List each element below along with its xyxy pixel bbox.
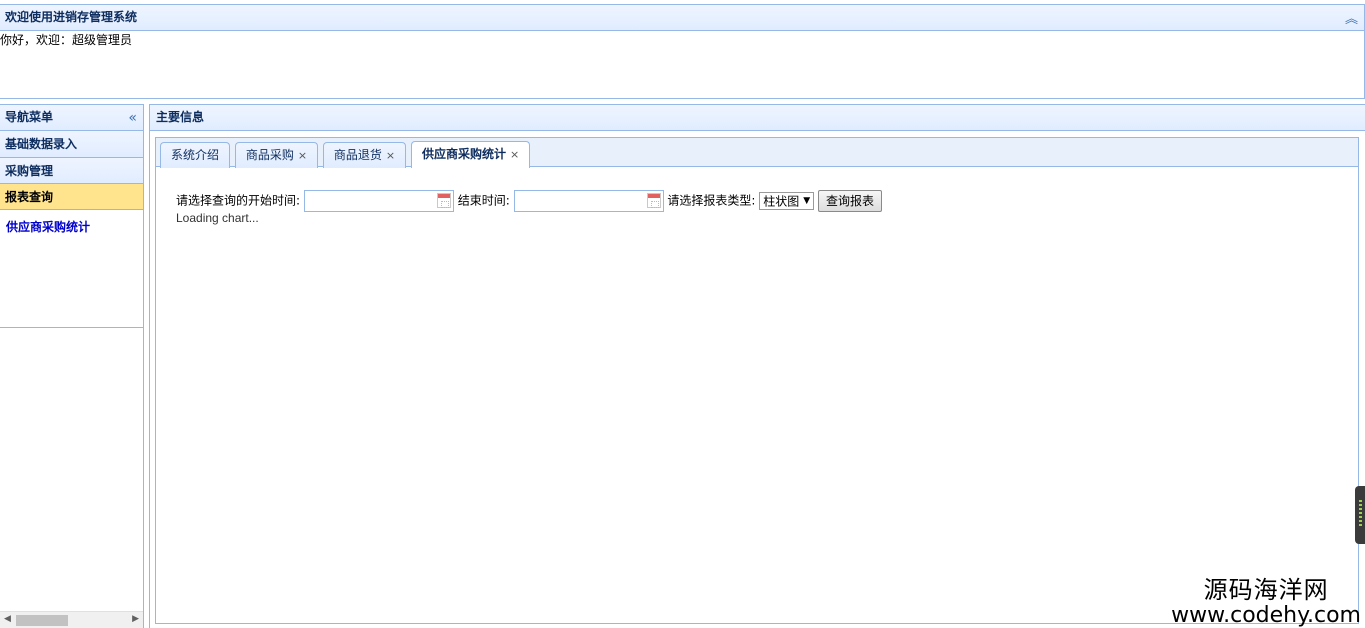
end-date-input[interactable] [513,189,664,212]
calendar-icon[interactable] [436,192,451,208]
start-date-input[interactable] [303,189,454,212]
close-icon[interactable]: × [386,149,395,162]
scroll-thumb[interactable] [16,615,68,626]
collapse-up-icon[interactable]: ︽ [1345,7,1358,32]
nav-link-supplier-stats[interactable]: 供应商采购统计 [6,220,90,234]
accordion-reports-content: 供应商采购统计 [0,210,143,328]
main-title: 主要信息 [156,110,205,124]
watermark-cn: 源码海洋网 [1203,576,1329,604]
side-grip-handle[interactable] [1355,486,1365,544]
accordion-basic-data[interactable]: 基础数据录入 [0,131,143,158]
main-panel-body: 系统介绍 商品采购 × 商品退货 × 供应商采购统计 × 请选择查询的开始时间: [149,131,1365,628]
tab-purchase[interactable]: 商品采购 × [234,142,319,168]
tab-label: 供应商采购统计 [421,147,506,161]
tabs-container: 系统介绍 商品采购 × 商品退货 × 供应商采购统计 × 请选择查询的开始时间: [155,137,1359,624]
scroll-right-icon[interactable]: ▶ [132,614,139,624]
accordion-purchase[interactable]: 采购管理 [0,157,143,184]
nav-panel: 导航菜单 « 基础数据录入 采购管理 报表查询 供应商采购统计 ◀ ▶ [0,104,144,628]
tab-supplier-stats[interactable]: 供应商采购统计 × [410,141,531,168]
tab-returns[interactable]: 商品退货 × [322,142,407,168]
query-form: 请选择查询的开始时间: 结束时间: 请选择报表类型: 柱状图 ▼ 查询报表 [176,189,1338,212]
tab-label: 商品退货 [333,148,382,162]
tab-content: 请选择查询的开始时间: 结束时间: 请选择报表类型: 柱状图 ▼ 查询报表 Loa… [156,167,1358,247]
loading-chart-text: Loading chart... [176,211,259,225]
nav-panel-header: 导航菜单 « [0,104,144,131]
main-panel-header: 主要信息 [149,104,1365,131]
top-panel-body: 你好，欢迎：超级管理员 [0,31,1365,99]
tab-system-intro[interactable]: 系统介绍 [160,142,231,168]
report-type-label: 请选择报表类型: [667,193,756,208]
calendar-icon[interactable] [646,192,661,208]
horizontal-scrollbar[interactable]: ◀ ▶ [0,611,143,628]
system-title: 欢迎使用进销存管理系统 [5,10,138,24]
nav-accordion: 基础数据录入 采购管理 报表查询 供应商采购统计 ◀ ▶ [0,131,144,628]
watermark: 源码海洋网 www.codehy.com [1171,570,1361,627]
collapse-left-icon[interactable]: « [128,106,137,131]
end-date-label: 结束时间: [457,193,510,208]
nav-title: 导航菜单 [5,110,54,124]
dropdown-arrow-icon: ▼ [803,196,811,206]
welcome-text: 你好，欢迎：超级管理员 [0,33,133,47]
tab-label: 商品采购 [245,148,294,162]
close-icon[interactable]: × [298,149,307,162]
query-report-button[interactable]: 查询报表 [818,189,883,212]
start-date-label: 请选择查询的开始时间: [176,193,301,208]
watermark-url: www.codehy.com [1171,603,1361,628]
close-icon[interactable]: × [510,148,519,161]
accordion-reports[interactable]: 报表查询 [0,183,143,210]
top-panel-header: 欢迎使用进销存管理系统 ︽ [0,4,1365,31]
tab-label: 系统介绍 [171,148,220,162]
tabs-header: 系统介绍 商品采购 × 商品退货 × 供应商采购统计 × [156,138,1358,168]
report-type-value: 柱状图 [763,194,800,208]
report-type-select[interactable]: 柱状图 ▼ [759,191,815,210]
main-panel: 主要信息 系统介绍 商品采购× 商品退货× 供应商采购统计× 请选择查询的 [149,104,1365,628]
top-panel: 欢迎使用进销存管理系统 ︽ 你好，欢迎：超级管理员 [0,4,1365,99]
scroll-left-icon[interactable]: ◀ [4,614,11,624]
